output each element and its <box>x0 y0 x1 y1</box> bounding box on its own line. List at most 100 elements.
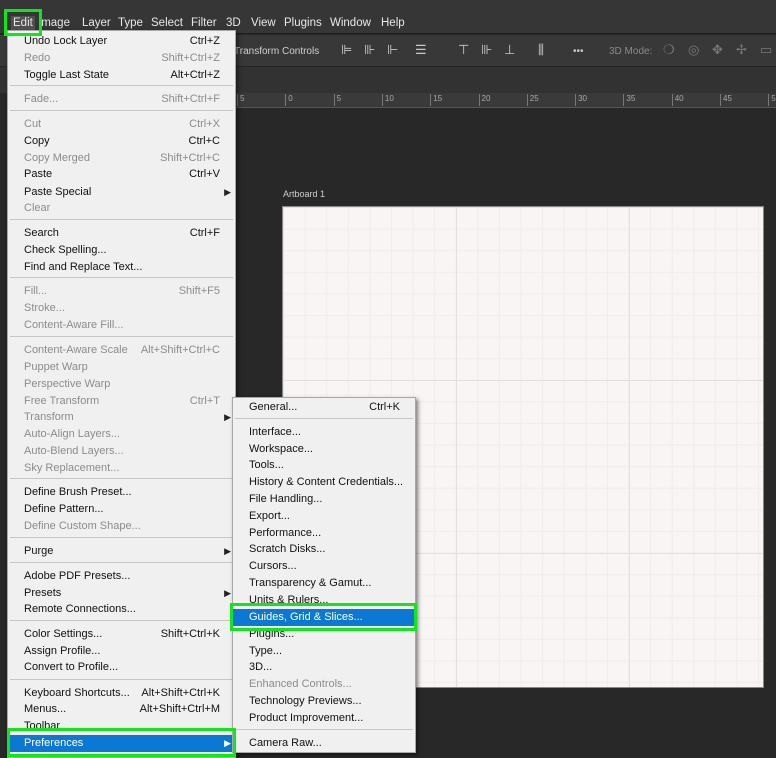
pref-menu-item-export[interactable]: Export... <box>233 508 415 525</box>
pref-menu-item-file-handling[interactable]: File Handling... <box>233 491 415 508</box>
menu-item-label: Purge <box>24 545 54 557</box>
transform-controls-label[interactable]: Transform Controls <box>234 45 319 59</box>
edit-menu-item-fill: Fill... Shift+F5 <box>8 283 235 300</box>
edit-menu-item-undo-lock-layer[interactable]: Undo Lock Layer Ctrl+Z <box>8 33 235 50</box>
menu-item-label: Technology Previews... <box>249 695 362 707</box>
menu-item-label: Adobe PDF Presets... <box>24 570 131 582</box>
edit-menu-item-auto-blend-layers: Auto-Blend Layers... <box>8 443 235 460</box>
menu-type[interactable]: Type <box>118 16 143 30</box>
menu-item-label: Cut <box>24 118 42 130</box>
pref-menu-item-cursors[interactable]: Cursors... <box>233 558 415 575</box>
menu-separator <box>10 277 233 278</box>
pref-menu-item-scratch-disks[interactable]: Scratch Disks... <box>233 541 415 558</box>
edit-menu-item-adobe-pdf-presets[interactable]: Adobe PDF Presets... <box>8 568 235 585</box>
pref-menu-item-transparency-and-gamut[interactable]: Transparency & Gamut... <box>233 575 415 592</box>
ruler-tick: 25 <box>526 94 539 106</box>
menu-item-label: Redo <box>24 52 51 64</box>
pref-menu-item-plugins[interactable]: Plugins... <box>233 626 415 643</box>
pref-menu-item-guides-grid-and-slices[interactable]: Guides, Grid & Slices... <box>233 609 415 626</box>
edit-menu-item-check-spelling[interactable]: Check Spelling... <box>8 242 235 259</box>
edit-menu-item-find-and-replace-text[interactable]: Find and Replace Text... <box>8 259 235 276</box>
pan-icon[interactable]: ✥ <box>712 42 723 58</box>
shortcut-label: Ctrl+K <box>369 401 400 413</box>
edit-menu-item-presets[interactable]: Presets ▶ <box>8 585 235 602</box>
edit-menu-item-redo: Redo Shift+Ctrl+Z <box>8 50 235 67</box>
pref-menu-item-technology-previews[interactable]: Technology Previews... <box>233 693 415 710</box>
align-right-icon[interactable]: ⊩ <box>387 42 398 58</box>
menu-item-label: Convert to Profile... <box>24 661 119 673</box>
edit-menu-item-keyboard-shortcuts[interactable]: Keyboard Shortcuts... Alt+Shift+Ctrl+K <box>8 685 235 702</box>
edit-menu-item-toggle-last-state[interactable]: Toggle Last State Alt+Ctrl+Z <box>8 67 235 84</box>
edit-menu-item-purge[interactable]: Purge ▶ <box>8 543 235 560</box>
align-left-icon[interactable]: ⊫ <box>341 42 352 58</box>
edit-menu-item-define-pattern[interactable]: Define Pattern... <box>8 501 235 518</box>
pref-menu-item-interface[interactable]: Interface... <box>233 424 415 441</box>
edit-menu-item-assign-profile[interactable]: Assign Profile... <box>8 643 235 660</box>
pref-menu-item-units-and-rulers[interactable]: Units & Rulers... <box>233 592 415 609</box>
menu-item-label: Content-Aware Fill... <box>24 319 124 331</box>
menu-filter[interactable]: Filter <box>191 16 217 30</box>
more-icon[interactable]: ••• <box>573 44 584 60</box>
pref-menu-item-workspace[interactable]: Workspace... <box>233 441 415 458</box>
align-center-icon[interactable]: ⊪ <box>364 42 375 58</box>
align-bottom-icon[interactable]: ⊥ <box>504 42 515 58</box>
edit-menu-item-menus[interactable]: Menus... Alt+Shift+Ctrl+M <box>8 701 235 718</box>
menu-edit[interactable]: Edit <box>11 16 35 30</box>
menu-separator <box>235 729 413 730</box>
orbit-icon[interactable]: ❍ <box>663 42 675 58</box>
edit-menu-item-define-brush-preset[interactable]: Define Brush Preset... <box>8 484 235 501</box>
menu-help[interactable]: Help <box>381 16 405 30</box>
distribute-vertical-icon[interactable]: ⫼ <box>538 42 544 58</box>
horizontal-ruler[interactable]: 505101520253035404550 <box>236 93 776 108</box>
menu-separator <box>10 85 233 86</box>
menu-item-label: Guides, Grid & Slices... <box>249 611 363 623</box>
roll-icon[interactable]: ◎ <box>688 42 699 58</box>
edit-menu-item-color-settings[interactable]: Color Settings... Shift+Ctrl+K <box>8 626 235 643</box>
slide-icon[interactable]: ✢ <box>736 42 747 58</box>
pref-menu-item-tools[interactable]: Tools... <box>233 457 415 474</box>
pref-menu-item-type[interactable]: Type... <box>233 643 415 660</box>
align-top-icon[interactable]: ⊤ <box>458 42 469 58</box>
edit-menu-item-copy[interactable]: Copy Ctrl+C <box>8 133 235 150</box>
edit-menu-item-convert-to-profile[interactable]: Convert to Profile... <box>8 659 235 676</box>
menu-3d[interactable]: 3D <box>226 16 241 30</box>
edit-menu-item-search[interactable]: Search Ctrl+F <box>8 225 235 242</box>
menu-item-label: Preferences <box>24 737 84 749</box>
pref-menu-item-product-improvement[interactable]: Product Improvement... <box>233 710 415 727</box>
menu-item-label: Workspace... <box>249 443 313 455</box>
menu-separator <box>10 110 233 111</box>
shortcut-label: Alt+Shift+Ctrl+M <box>139 703 220 715</box>
pref-menu-item-enhanced-controls: Enhanced Controls... <box>233 676 415 693</box>
menu-item-label: Define Custom Shape... <box>24 520 141 532</box>
distribute-icon[interactable]: ☰ <box>415 42 427 58</box>
edit-menu-item-remote-connections[interactable]: Remote Connections... <box>8 601 235 618</box>
menu-separator <box>10 336 233 337</box>
pref-menu-item-camera-raw[interactable]: Camera Raw... <box>233 735 415 752</box>
edit-menu-item-preferences[interactable]: Preferences ▶ <box>8 735 235 752</box>
edit-menu-item-paste[interactable]: Paste Ctrl+V <box>8 166 235 183</box>
menu-window[interactable]: Window <box>330 16 371 30</box>
menu-image[interactable]: Image <box>38 16 70 30</box>
pref-menu-item-general[interactable]: General... Ctrl+K <box>233 399 415 416</box>
ruler-tick: 5 <box>333 94 341 106</box>
scale-icon[interactable]: ▭ <box>760 42 772 58</box>
pref-menu-item-3d[interactable]: 3D... <box>233 659 415 676</box>
shortcut-label: Ctrl+F <box>189 227 220 239</box>
align-middle-icon[interactable]: ⊪ <box>481 42 492 58</box>
menu-layer[interactable]: Layer <box>82 16 111 30</box>
pref-menu-item-history-and-content-credentials[interactable]: History & Content Credentials... <box>233 474 415 491</box>
pref-menu-item-performance[interactable]: Performance... <box>233 525 415 542</box>
menu-bar: Edit Image Layer Type Select Filter 3D View Plug… <box>0 0 776 34</box>
artboard-label[interactable]: Artboard 1 <box>283 189 325 199</box>
menu-plugins[interactable]: Plugins <box>284 16 322 30</box>
edit-menu-item-toolbar[interactable]: Toolbar... <box>8 718 235 735</box>
menu-item-label: Tools... <box>249 459 284 471</box>
menu-view[interactable]: View <box>251 16 276 30</box>
menu-item-label: File Handling... <box>249 493 323 505</box>
edit-menu-item-paste-special[interactable]: Paste Special ▶ <box>8 184 235 201</box>
menu-separator <box>10 679 233 680</box>
ruler-tick: 20 <box>478 94 490 106</box>
edit-menu-item-auto-align-layers: Auto-Align Layers... <box>8 426 235 443</box>
menu-select[interactable]: Select <box>151 16 183 30</box>
edit-menu-item-transform: Transform ▶ <box>8 409 235 426</box>
